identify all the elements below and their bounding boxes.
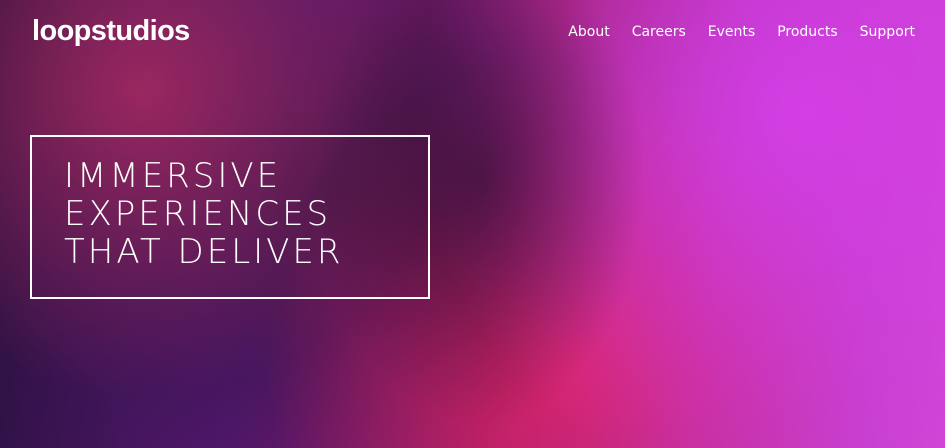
hero-headline-line-3: THAT DELIVER (64, 232, 344, 272)
logo[interactable]: loopstudios (32, 15, 190, 48)
site-header: loopstudios About Careers Events Product… (0, 0, 945, 70)
nav-link-careers[interactable]: Careers (632, 24, 686, 40)
nav-link-about[interactable]: About (568, 24, 609, 40)
nav-link-products[interactable]: Products (777, 24, 837, 40)
hero-headline-box: IMMERSIVE EXPERIENCES THAT DELIVER (30, 135, 430, 299)
hero-headline: IMMERSIVE EXPERIENCES THAT DELIVER (64, 157, 344, 271)
nav-link-events[interactable]: Events (708, 24, 755, 40)
hero-headline-line-1: IMMERSIVE (64, 156, 282, 196)
hero-headline-line-2: EXPERIENCES (64, 194, 332, 234)
main-navigation: About Careers Events Products Support (568, 24, 915, 40)
nav-link-support[interactable]: Support (860, 24, 915, 40)
